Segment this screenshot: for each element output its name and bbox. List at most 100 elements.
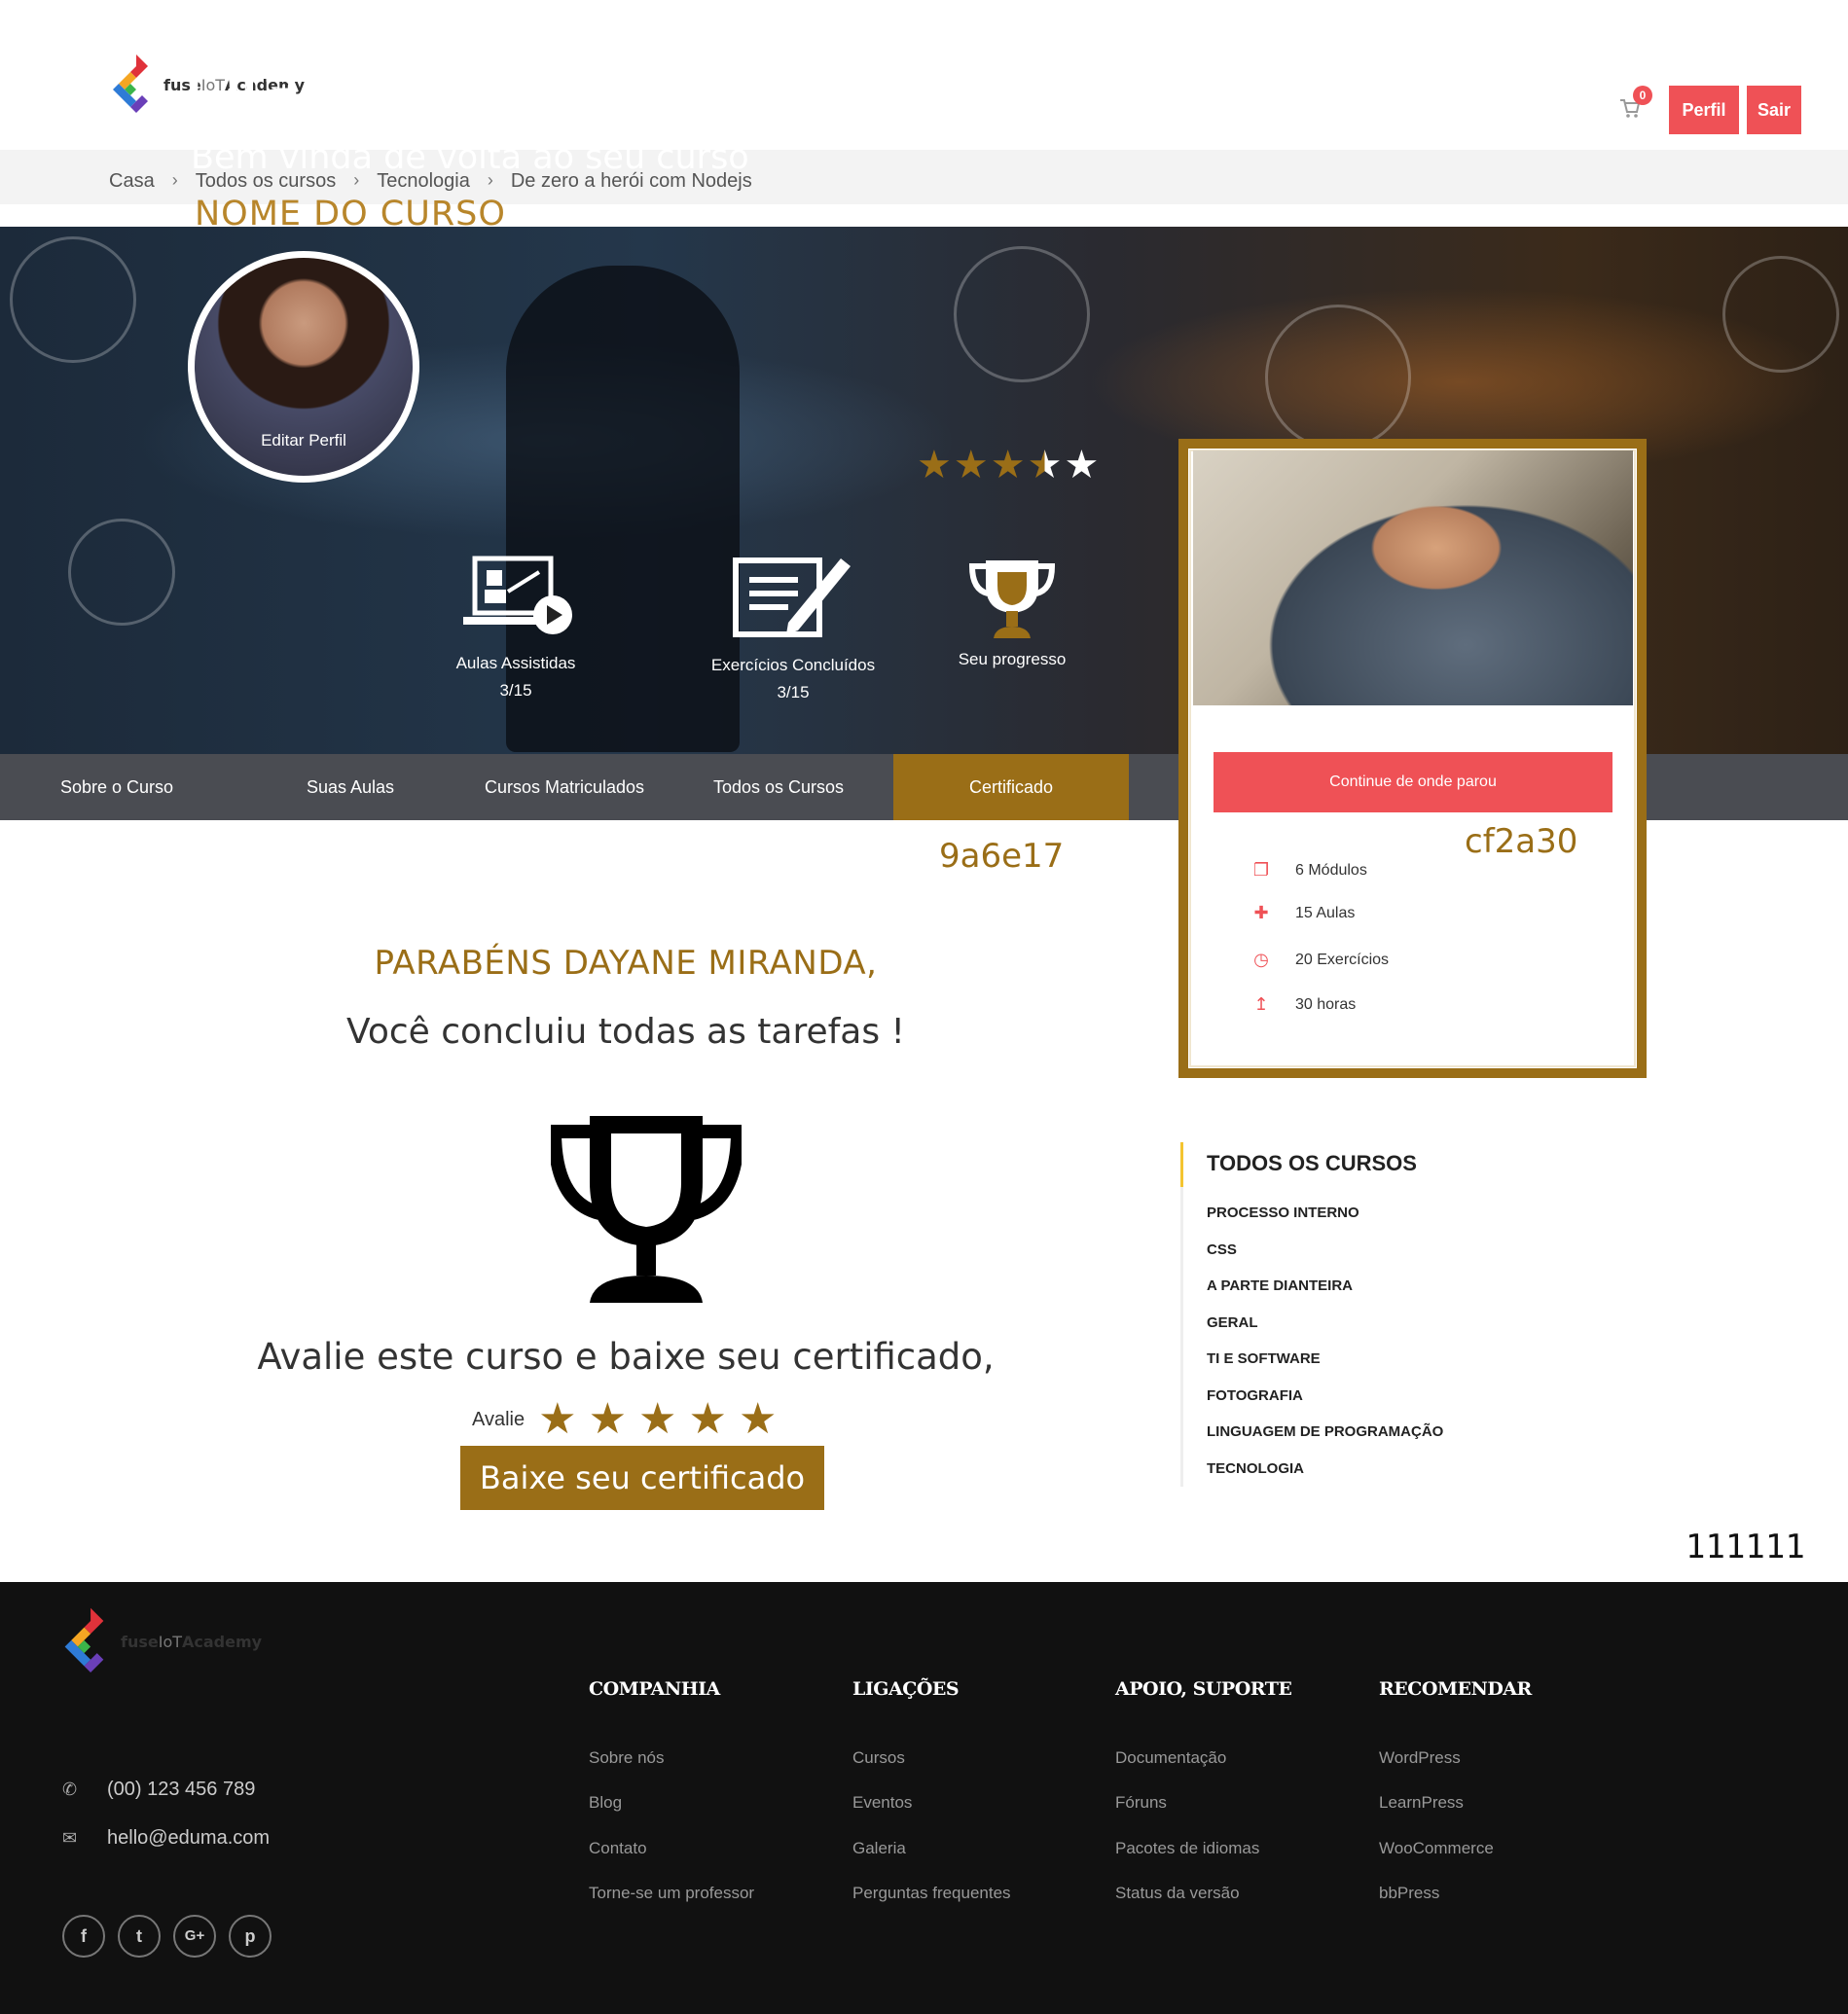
logo-word: fuse: [121, 1632, 159, 1651]
chevron-right-icon: ›: [171, 170, 178, 190]
star-half-icon: ★: [1027, 444, 1063, 486]
footer-link[interactable]: bbPress: [1379, 1884, 1439, 1903]
hero-subtitle: Bem vinda de volta ao seu curso: [191, 138, 749, 177]
sair-button[interactable]: Sair: [1747, 86, 1801, 134]
footer-link[interactable]: Torne-se um professor: [589, 1884, 754, 1903]
course-category-link[interactable]: TI E SOFTWARE: [1207, 1350, 1321, 1367]
footer-link[interactable]: Eventos: [852, 1793, 912, 1813]
footer-col-title: APOIO, SUPORTE: [1115, 1678, 1292, 1700]
facebook-icon[interactable]: f: [62, 1915, 105, 1958]
stat-value: 3/15: [777, 683, 810, 701]
hero-decor-circle: [1722, 256, 1839, 373]
envelope-icon: ✉: [62, 1828, 78, 1848]
exercise-pencil-icon: [733, 557, 851, 637]
star-icon[interactable]: ★: [538, 1398, 576, 1441]
star-icon[interactable]: ★: [688, 1398, 726, 1441]
footer-link[interactable]: Blog: [589, 1793, 622, 1813]
card-item-exercises: ◷ 20 Exercícios: [1250, 950, 1389, 970]
footer-link[interactable]: WooCommerce: [1379, 1839, 1494, 1858]
tab-enrolled-courses[interactable]: Cursos Matriculados: [457, 754, 671, 820]
download-certificate-button[interactable]: Baixe seu certificado: [460, 1446, 824, 1510]
lesson-screen-icon: [463, 556, 572, 634]
course-category-link[interactable]: GERAL: [1207, 1314, 1258, 1331]
tab-all-courses[interactable]: Todos os Cursos: [691, 754, 866, 820]
twitter-icon[interactable]: t: [118, 1915, 161, 1958]
congrats-heading: PARABÉNS DAYANE MIRANDA,: [374, 944, 878, 983]
google-plus-icon[interactable]: G+: [173, 1915, 216, 1958]
logo-academy: Academy: [182, 1632, 263, 1651]
hero-decor-circle: [1265, 305, 1411, 450]
breadcrumb-home[interactable]: Casa: [109, 170, 155, 193]
star-filled-icon: ★: [990, 444, 1026, 486]
clock-icon: ◷: [1253, 950, 1269, 969]
card-item-lessons: ✚ 15 Aulas: [1250, 903, 1355, 923]
course-category-link[interactable]: PROCESSO INTERNO: [1207, 1205, 1359, 1221]
star-icon[interactable]: ★: [589, 1398, 627, 1441]
star-filled-icon: ★: [953, 444, 989, 486]
footer-link[interactable]: Pacotes de idiomas: [1115, 1839, 1259, 1858]
footer-link[interactable]: Fóruns: [1115, 1793, 1167, 1813]
footer-link[interactable]: Sobre nós: [589, 1748, 665, 1768]
perfil-button[interactable]: Perfil: [1669, 86, 1739, 134]
arrow-up-icon: ↥: [1253, 994, 1269, 1014]
stat-label: Aulas Assistidas: [455, 654, 576, 672]
site-footer: [0, 1582, 1848, 2014]
trophy-icon: [551, 1116, 742, 1303]
stat-value: 3/15: [499, 681, 532, 700]
footer-phone: ✆ (00) 123 456 789: [62, 1779, 255, 1801]
course-category-link[interactable]: LINGUAGEM DE PROGRAMAÇÃO: [1207, 1423, 1443, 1440]
footer-link[interactable]: WordPress: [1379, 1748, 1461, 1768]
trophy-icon: [968, 560, 1056, 638]
card-item-label: 6 Módulos: [1295, 861, 1367, 879]
hero-decor-circle: [68, 519, 175, 626]
footer-logo[interactable]: fuse IoT Academy: [58, 1603, 262, 1679]
rate-course-heading: Avalie este curso e baixe seu certificad…: [257, 1336, 995, 1378]
hero-decor-circle: [954, 246, 1090, 382]
course-list-title: TODOS OS CURSOS: [1207, 1151, 1417, 1175]
color-annotation: cf2a30: [1465, 822, 1578, 861]
color-annotation: 9a6e17: [939, 837, 1065, 876]
star-icon[interactable]: ★: [638, 1398, 676, 1441]
continue-button[interactable]: Continue de onde parou: [1214, 752, 1612, 812]
card-item-hours: ↥ 30 horas: [1250, 994, 1356, 1015]
footer-link[interactable]: Contato: [589, 1839, 647, 1858]
course-category-link[interactable]: A PARTE DIANTEIRA: [1207, 1277, 1353, 1294]
footer-link[interactable]: Status da versão: [1115, 1884, 1240, 1903]
email-text[interactable]: hello@eduma.com: [107, 1827, 270, 1850]
phone-text: (00) 123 456 789: [107, 1779, 256, 1800]
footer-link[interactable]: Galeria: [852, 1839, 906, 1858]
progress-rating-stars: ★ ★ ★ ★ ★: [917, 446, 1101, 485]
footer-link[interactable]: Perguntas frequentes: [852, 1884, 1011, 1903]
tab-your-lessons[interactable]: Suas Aulas: [263, 754, 438, 820]
course-thumbnail: [1193, 450, 1633, 705]
phone-icon: ✆: [62, 1780, 78, 1799]
stat-label: Exercícios Concluídos: [710, 656, 876, 674]
card-item-label: 30 horas: [1295, 995, 1357, 1013]
logo-iot: IoT: [158, 1632, 183, 1651]
star-icon[interactable]: ★: [739, 1398, 777, 1441]
card-item-modules: ❐ 6 Módulos: [1250, 860, 1367, 881]
hero-decor-circle: [10, 236, 136, 363]
edit-profile-link[interactable]: Editar Perfil: [195, 431, 413, 450]
pinterest-icon[interactable]: p: [229, 1915, 272, 1958]
footer-link[interactable]: LearnPress: [1379, 1793, 1464, 1813]
course-category-link[interactable]: TECNOLOGIA: [1207, 1460, 1304, 1477]
completion-message: Você concluiu todas as tarefas !: [346, 1012, 905, 1052]
avatar[interactable]: Editar Perfil: [188, 251, 419, 483]
tab-about-course[interactable]: Sobre o Curso: [29, 754, 204, 820]
tab-certificate[interactable]: Certificado: [893, 754, 1129, 820]
star-filled-icon: ★: [917, 444, 952, 486]
stat-lessons-watched: Aulas Assistidas 3/15: [428, 553, 603, 701]
course-list-accent: [1180, 1142, 1183, 1187]
card-item-label: 20 Exercícios: [1295, 951, 1390, 968]
course-category-link[interactable]: CSS: [1207, 1241, 1237, 1258]
footer-link[interactable]: Cursos: [852, 1748, 905, 1768]
fuse-logo-mark: [58, 1603, 121, 1679]
stat-label: Seu progresso: [958, 650, 1067, 668]
course-category-link[interactable]: FOTOGRAFIA: [1207, 1387, 1303, 1404]
cart-count-badge: 0: [1633, 86, 1652, 105]
course-list-border: [1180, 1142, 1183, 1487]
footer-col-title: COMPANHIA: [589, 1678, 720, 1700]
hero-course-name: NOME DO CURSO: [195, 195, 506, 234]
footer-link[interactable]: Documentação: [1115, 1748, 1226, 1768]
